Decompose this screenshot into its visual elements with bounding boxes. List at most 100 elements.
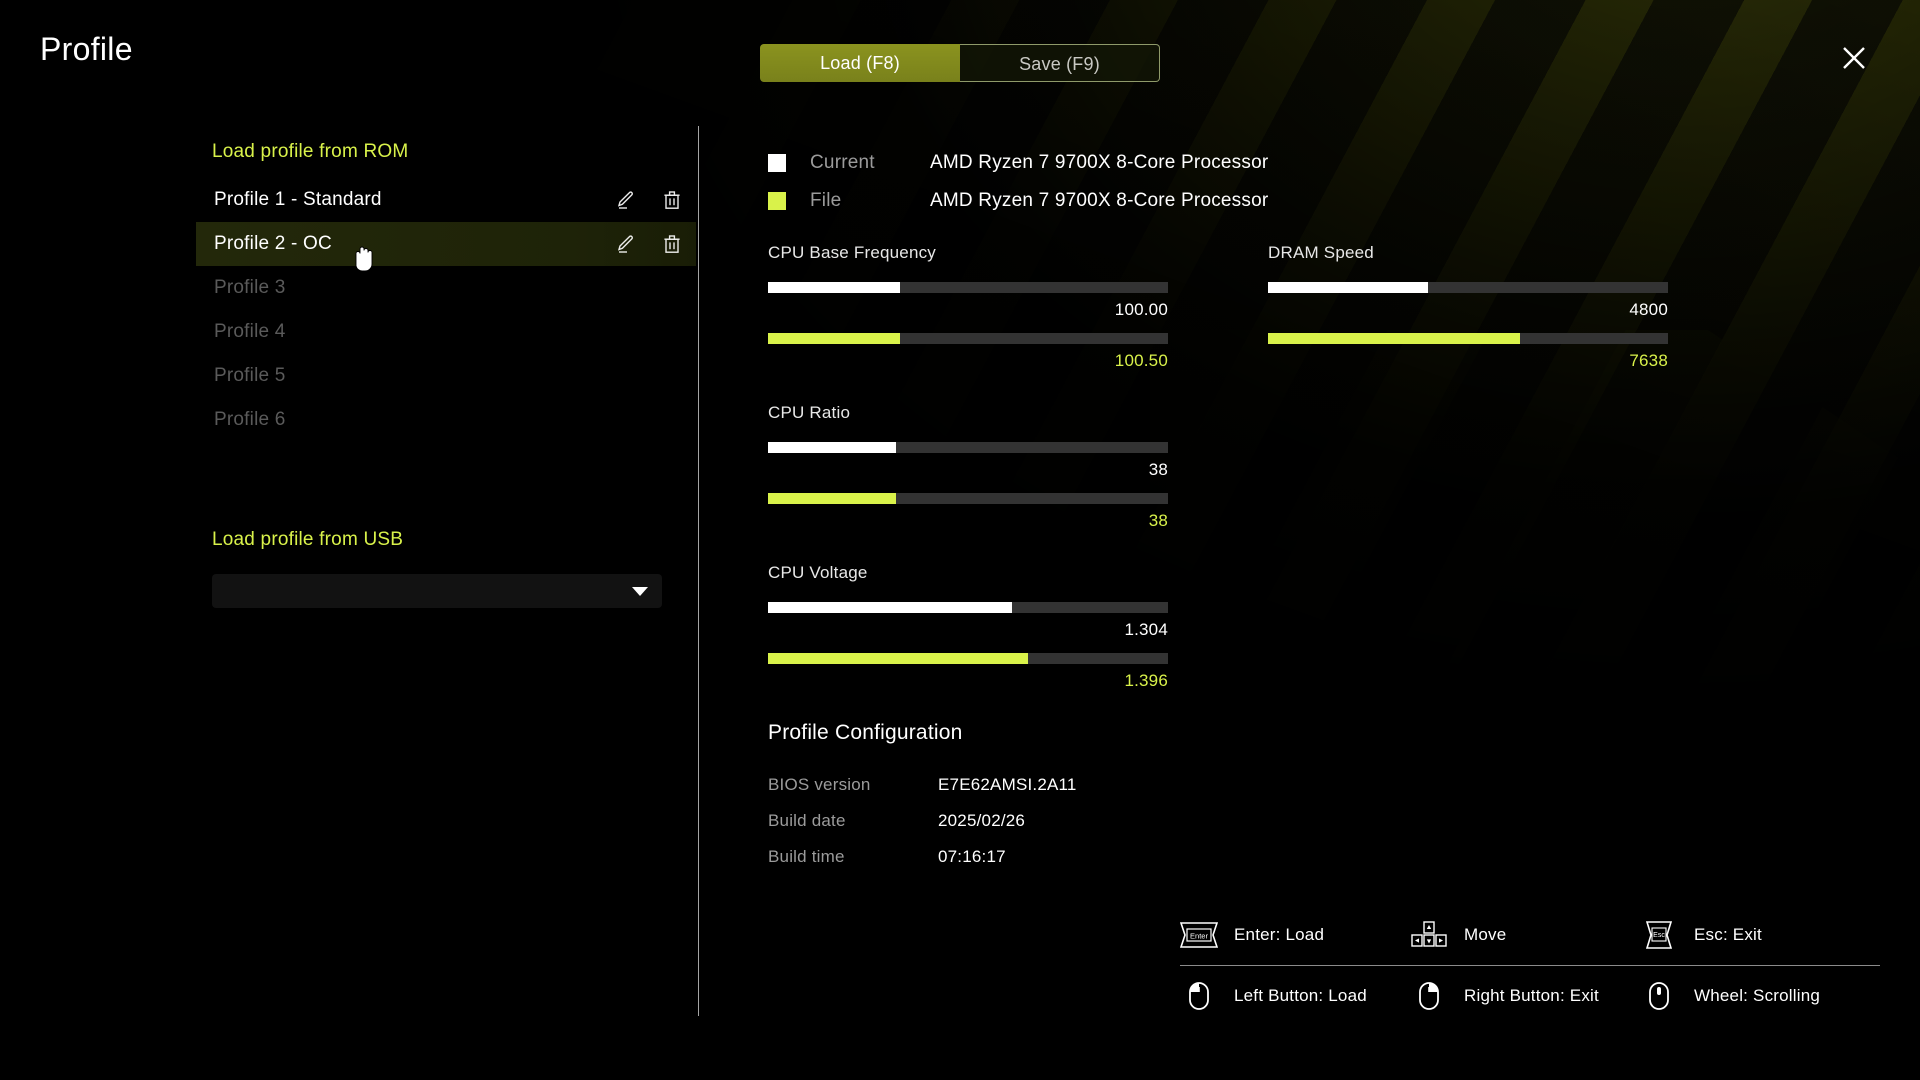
bar-fill-current <box>768 442 896 453</box>
pencil-icon[interactable] <box>616 234 636 254</box>
pencil-icon[interactable] <box>616 190 636 210</box>
arrow-keys-icon <box>1410 920 1448 950</box>
metric-bar-current: 4800 <box>1268 282 1668 320</box>
bar-fill-file <box>768 333 900 344</box>
mouse-wheel-icon <box>1640 981 1678 1011</box>
esc-key-icon: Esc <box>1640 920 1678 950</box>
config-key: Build date <box>768 811 846 830</box>
metric-title: CPU Ratio <box>768 403 851 422</box>
config-row-bios-version: BIOS version E7E62AMSI.2A11 <box>768 767 1077 803</box>
profile-label: Profile 5 <box>214 365 286 386</box>
profile-label: Profile 1 - Standard <box>214 189 382 210</box>
metric-cpu-voltage: CPU Voltage 1.304 1.396 <box>768 563 1168 691</box>
metric-dram-speed: DRAM Speed 4800 7638 <box>1268 243 1668 371</box>
profile-label: Profile 4 <box>214 321 286 342</box>
bar-fill-current <box>1268 282 1428 293</box>
profile-configuration-title: Profile Configuration <box>768 721 963 744</box>
legend-value-current: AMD Ryzen 7 9700X 8-Core Processor <box>930 152 1269 173</box>
metric-bar-file: 38 <box>768 493 1168 531</box>
config-value: 2025/02/26 <box>938 811 1026 830</box>
trash-icon[interactable] <box>662 234 682 254</box>
hint-label: Esc: Exit <box>1694 925 1762 944</box>
trash-icon[interactable] <box>662 190 682 210</box>
rom-section-title: Load profile from ROM <box>212 141 409 162</box>
metric-bar-current: 100.00 <box>768 282 1168 320</box>
metric-title: CPU Base Frequency <box>768 243 937 262</box>
bar-track <box>768 493 1168 504</box>
bar-track <box>1268 333 1668 344</box>
tab-load[interactable]: Load (F8) <box>760 44 960 82</box>
hint-label: Wheel: Scrolling <box>1694 986 1821 1005</box>
page-title: Profile <box>40 31 133 67</box>
profile-actions <box>616 222 682 266</box>
hint-enter-load: Enter Enter: Load <box>1180 920 1410 950</box>
hint-move: Move <box>1410 920 1640 950</box>
hint-label: Move <box>1464 925 1507 944</box>
svg-text:Enter: Enter <box>1190 932 1208 941</box>
bar-value-current: 100.00 <box>1114 300 1168 319</box>
bar-track <box>768 653 1168 664</box>
profile-label: Profile 3 <box>214 277 286 298</box>
metric-title: CPU Voltage <box>768 563 868 582</box>
metric-bar-file: 1.396 <box>768 653 1168 691</box>
tab-save[interactable]: Save (F9) <box>960 44 1160 82</box>
bar-track <box>1268 282 1668 293</box>
bar-value-current: 4800 <box>1629 300 1668 319</box>
svg-text:Esc: Esc <box>1653 932 1665 939</box>
config-row-build-time: Build time 07:16:17 <box>768 839 1077 875</box>
config-value: 07:16:17 <box>938 847 1006 866</box>
profile-actions <box>616 178 682 222</box>
bar-value-file: 100.50 <box>1114 351 1168 370</box>
tab-bar: Load (F8) Save (F9) <box>760 44 1160 82</box>
profile-label: Profile 2 - OC <box>214 233 332 254</box>
bar-fill-file <box>768 493 896 504</box>
legend-row-file: File AMD Ryzen 7 9700X 8-Core Processor <box>768 182 1268 220</box>
close-icon[interactable] <box>1836 40 1872 76</box>
legend-row-current: Current AMD Ryzen 7 9700X 8-Core Process… <box>768 144 1268 182</box>
chevron-down-icon[interactable] <box>632 587 648 596</box>
bar-fill-current <box>768 282 900 293</box>
metric-title: DRAM Speed <box>1268 243 1374 262</box>
config-key: Build time <box>768 847 845 866</box>
bar-track <box>768 442 1168 453</box>
legend-swatch-file <box>768 192 786 210</box>
config-value: E7E62AMSI.2A11 <box>938 775 1077 794</box>
profile-row-3[interactable]: Profile 3 <box>196 266 696 310</box>
profile-row-2[interactable]: Profile 2 - OC <box>196 222 696 266</box>
profile-row-5[interactable]: Profile 5 <box>196 354 696 398</box>
metric-bar-file: 7638 <box>1268 333 1668 371</box>
mouse-right-icon <box>1410 981 1448 1011</box>
profile-label: Profile 6 <box>214 409 286 430</box>
hint-wheel-scrolling: Wheel: Scrolling <box>1640 981 1820 1011</box>
profile-row-6[interactable]: Profile 6 <box>196 398 696 442</box>
bar-track <box>768 602 1168 613</box>
usb-section-title: Load profile from USB <box>212 529 404 550</box>
mouse-left-icon <box>1180 981 1218 1011</box>
bar-fill-file <box>1268 333 1520 344</box>
bar-fill-current <box>768 602 1012 613</box>
bar-track <box>768 333 1168 344</box>
bar-value-file: 1.396 <box>1124 671 1168 690</box>
metric-bar-current: 1.304 <box>768 602 1168 640</box>
hint-label: Right Button: Exit <box>1464 986 1599 1005</box>
config-row-build-date: Build date 2025/02/26 <box>768 803 1077 839</box>
profile-row-4[interactable]: Profile 4 <box>196 310 696 354</box>
legend-value-file: AMD Ryzen 7 9700X 8-Core Processor <box>930 190 1269 211</box>
key-hints-row-keyboard: Enter Enter: Load Move Esc Esc: Exit <box>1180 905 1880 965</box>
metric-cpu-ratio: CPU Ratio 38 38 <box>768 403 1168 531</box>
profile-configuration: Profile Configuration BIOS version E7E62… <box>768 721 1077 875</box>
key-hints: Enter Enter: Load Move Esc Esc: Exit Lef… <box>1180 905 1880 1026</box>
hints-separator <box>1180 965 1880 966</box>
usb-profile-select[interactable] <box>212 574 662 608</box>
hint-label: Left Button: Load <box>1234 986 1367 1005</box>
key-hints-row-mouse: Left Button: Load Right Button: Exit Whe… <box>1180 966 1880 1026</box>
metric-bar-file: 100.50 <box>768 333 1168 371</box>
hint-esc-exit: Esc Esc: Exit <box>1640 920 1762 950</box>
config-key: BIOS version <box>768 775 871 794</box>
hint-right-button-exit: Right Button: Exit <box>1410 981 1640 1011</box>
bar-value-current: 1.304 <box>1124 620 1168 639</box>
legend-label-current: Current <box>810 152 875 173</box>
enter-key-icon: Enter <box>1180 920 1218 950</box>
vertical-divider <box>698 126 699 1016</box>
profile-row-1[interactable]: Profile 1 - Standard <box>196 178 696 222</box>
